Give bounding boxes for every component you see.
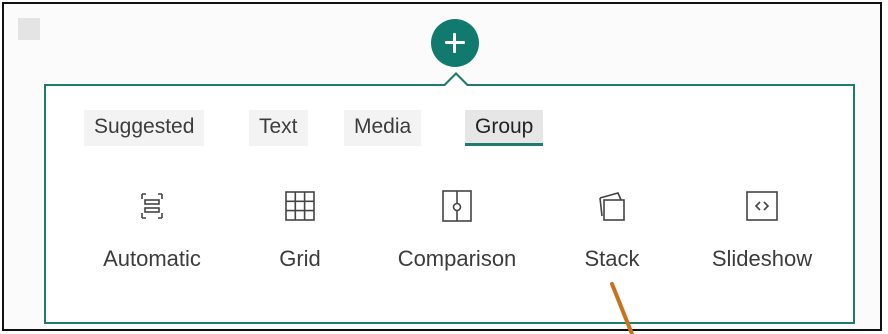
layout-grid[interactable]: Grid [225,186,375,286]
corner-block [18,18,40,40]
tab-suggested[interactable]: Suggested [84,110,205,146]
slideshow-layout-icon [742,186,782,226]
stack-layout-icon [592,186,632,226]
layout-stack[interactable]: Stack [537,186,687,286]
tab-text[interactable]: Text [249,110,308,146]
grid-layout-icon [280,186,320,226]
tab-group[interactable]: Group [465,110,544,146]
layout-automatic-label: Automatic [103,246,201,271]
panel-pointer-inner [445,75,467,86]
layout-stack-label: Stack [584,246,640,271]
layout-automatic[interactable]: Automatic [77,186,227,286]
add-section-button[interactable] [431,19,479,67]
tab-media[interactable]: Media [344,110,422,146]
layout-comparison-label: Comparison [397,246,517,271]
comparison-layout-icon [437,186,477,226]
layout-grid-label: Grid [279,246,321,271]
layout-comparison[interactable]: Comparison [382,186,532,286]
layout-slideshow[interactable]: Slideshow [687,186,837,286]
plus-icon-vertical [453,33,456,53]
automatic-layout-icon [132,186,172,226]
layout-slideshow-label: Slideshow [711,246,813,271]
